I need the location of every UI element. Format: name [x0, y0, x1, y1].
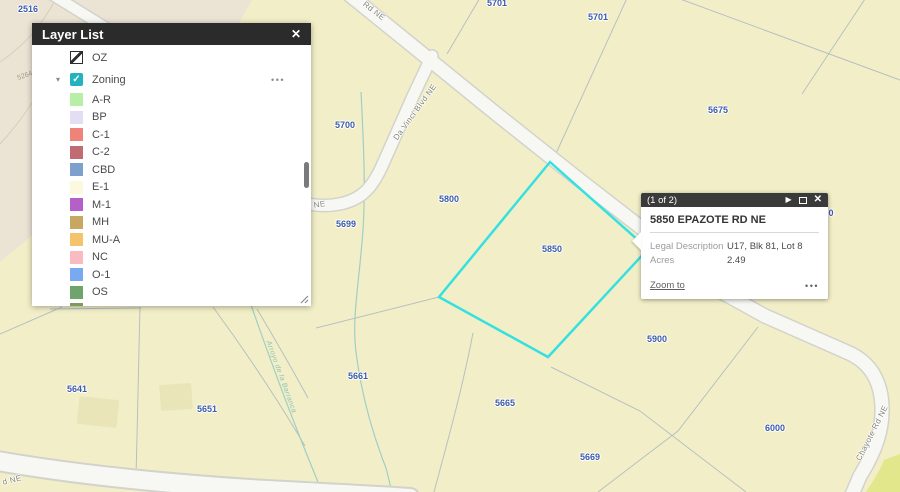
dock-icon[interactable]	[799, 197, 807, 204]
field-value: 2.49	[727, 254, 746, 268]
legend-label: MU-A	[92, 234, 120, 246]
feature-popup: (1 of 2) ▶ ✕ 5850 EPAZOTE RD NE Legal De…	[641, 193, 828, 299]
legend-item	[32, 301, 311, 306]
building-footprint	[77, 396, 120, 428]
parcel-number-label: 5651	[197, 404, 217, 414]
legend-swatch	[70, 198, 83, 211]
map[interactable]: 2516 5701 5701 5675 5700 5800 5699 5850 5900 5661…	[0, 0, 900, 492]
legend-swatch	[70, 251, 83, 264]
popup-header: (1 of 2) ▶ ✕	[641, 193, 828, 207]
legend-swatch	[70, 233, 83, 246]
field-value: U17, Blk 81, Lot 8	[727, 240, 803, 254]
parcel-number-label: 6000	[765, 423, 785, 433]
popup-pointer	[632, 232, 641, 250]
parcel-number-label: 5701	[588, 12, 608, 22]
close-icon[interactable]: ✕	[814, 195, 822, 205]
legend-label: NC	[92, 251, 108, 263]
legend-label: MH	[92, 216, 109, 228]
parcel-number-label: 5675	[708, 105, 728, 115]
parcel-number-label: 2516	[18, 4, 38, 14]
field-label: Acres	[650, 254, 727, 268]
selected-parcel-highlight[interactable]	[439, 162, 648, 357]
popup-pager: (1 of 2)	[647, 195, 778, 206]
legend-swatch	[70, 286, 83, 299]
parcel-number-label: 5665	[495, 398, 515, 408]
zoning-menu-icon[interactable]: •••	[271, 75, 285, 85]
legend-label: C-2	[92, 146, 110, 158]
legend-list: A-R BP C-1 C-2 CBD E-1 M-1 MH MU-A NC O-1 OS	[32, 91, 311, 306]
legend-item: OS	[32, 284, 311, 302]
layer-list-panel: Layer List ✕ OZ ▾ ✓ Zoning ••• A-R BP C-1 C…	[32, 23, 311, 306]
legend-label: CBD	[92, 164, 115, 176]
legend-swatch	[70, 268, 83, 281]
legend-item: CBD	[32, 161, 311, 179]
parcel-number-label: 5800	[439, 194, 459, 204]
popup-body: 5850 EPAZOTE RD NE Legal DescriptionU17,…	[641, 207, 828, 299]
close-icon[interactable]: ✕	[291, 28, 301, 40]
legend-label: OS	[92, 286, 108, 298]
legend-swatch	[70, 146, 83, 159]
legend-label: O-1	[92, 269, 110, 281]
legend-item: O-1	[32, 266, 311, 284]
legend-item: C-1	[32, 126, 311, 144]
zoning-checkbox[interactable]: ✓	[70, 73, 83, 86]
building-footprint	[159, 383, 193, 411]
parcel-number-label: 5850	[542, 244, 562, 254]
parcel-number-label: 0	[828, 208, 833, 218]
popup-footer: Zoom to •••	[650, 280, 819, 291]
popup-field-row: Acres2.49	[650, 254, 819, 268]
legend-swatch	[70, 128, 83, 141]
layer-row-oz: OZ	[32, 45, 311, 68]
parcel-number-label: 5641	[67, 384, 87, 394]
zoning-label: Zoning	[92, 74, 126, 86]
legend-item: MH	[32, 214, 311, 232]
popup-field-row: Legal DescriptionU17, Blk 81, Lot 8	[650, 240, 819, 254]
legend-label: M-1	[92, 199, 111, 211]
next-feature-icon[interactable]: ▶	[785, 196, 791, 204]
legend-label: C-1	[92, 129, 110, 141]
legend-item: E-1	[32, 179, 311, 197]
parcel-number-label: 5701	[487, 0, 507, 8]
popup-fields: Legal DescriptionU17, Blk 81, Lot 8Acres…	[650, 240, 819, 268]
legend-item: A-R	[32, 91, 311, 109]
popup-menu-icon[interactable]: •••	[805, 281, 819, 291]
layer-list-header: Layer List ✕	[32, 23, 311, 45]
parcel-number-label: 5700	[335, 120, 355, 130]
scrollbar-thumb[interactable]	[304, 162, 309, 188]
resize-grip-icon[interactable]	[300, 295, 309, 304]
field-label: Legal Description	[650, 240, 727, 254]
parcel-number-label: 5699	[336, 219, 356, 229]
legend-item: BP	[32, 109, 311, 127]
zoom-to-link[interactable]: Zoom to	[650, 280, 685, 291]
legend-label: BP	[92, 111, 107, 123]
legend-swatch	[70, 303, 83, 306]
parcel-number-label: 5900	[647, 334, 667, 344]
parcel-number-label: 5661	[348, 371, 368, 381]
oz-hatch-swatch	[70, 51, 83, 64]
legend-label: E-1	[92, 181, 109, 193]
layer-list-title: Layer List	[42, 27, 291, 42]
legend-swatch	[70, 216, 83, 229]
legend-swatch	[70, 163, 83, 176]
parcel-number-label: 5669	[580, 452, 600, 462]
legend-swatch	[70, 111, 83, 124]
chevron-down-icon[interactable]: ▾	[56, 75, 70, 84]
legend-label: A-R	[92, 94, 111, 106]
legend-item: NC	[32, 249, 311, 267]
legend-item: MU-A	[32, 231, 311, 249]
legend-swatch	[70, 93, 83, 106]
legend-item: C-2	[32, 144, 311, 162]
popup-title: 5850 EPAZOTE RD NE	[650, 214, 819, 233]
layer-row-zoning: ▾ ✓ Zoning •••	[32, 68, 311, 91]
legend-swatch	[70, 181, 83, 194]
legend-item: M-1	[32, 196, 311, 214]
oz-label: OZ	[92, 52, 107, 64]
